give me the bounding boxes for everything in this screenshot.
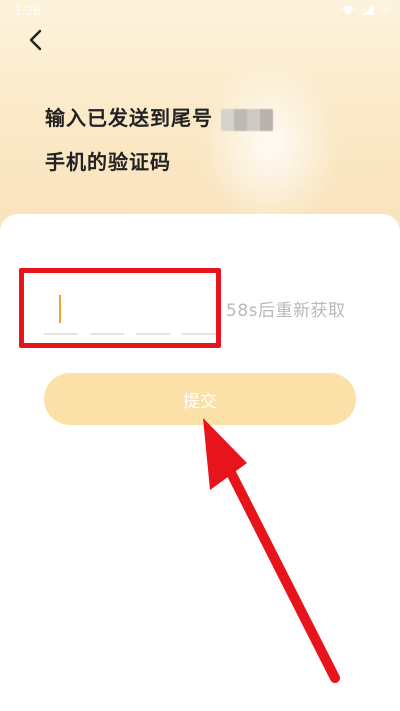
annotation-highlight-box [19, 268, 221, 348]
status-time: 1:26 [14, 4, 41, 18]
status-icons [341, 4, 390, 16]
signal-icon [362, 5, 374, 15]
title-line-1: 输入已发送到尾号 [45, 102, 273, 131]
submit-button[interactable]: 提交 [44, 373, 356, 425]
resend-countdown: 58s后重新获取 [226, 301, 346, 321]
status-bar: 1:26 [0, 0, 400, 24]
header-glow [200, 60, 340, 230]
masked-phone-number [221, 108, 273, 131]
title-text-1: 输入已发送到尾号 [45, 106, 213, 130]
battery-icon [381, 6, 387, 14]
title-line-2: 手机的验证码 [45, 150, 171, 174]
back-button[interactable] [22, 26, 50, 54]
chevron-left-icon [29, 29, 42, 51]
wifi-icon [342, 5, 354, 15]
